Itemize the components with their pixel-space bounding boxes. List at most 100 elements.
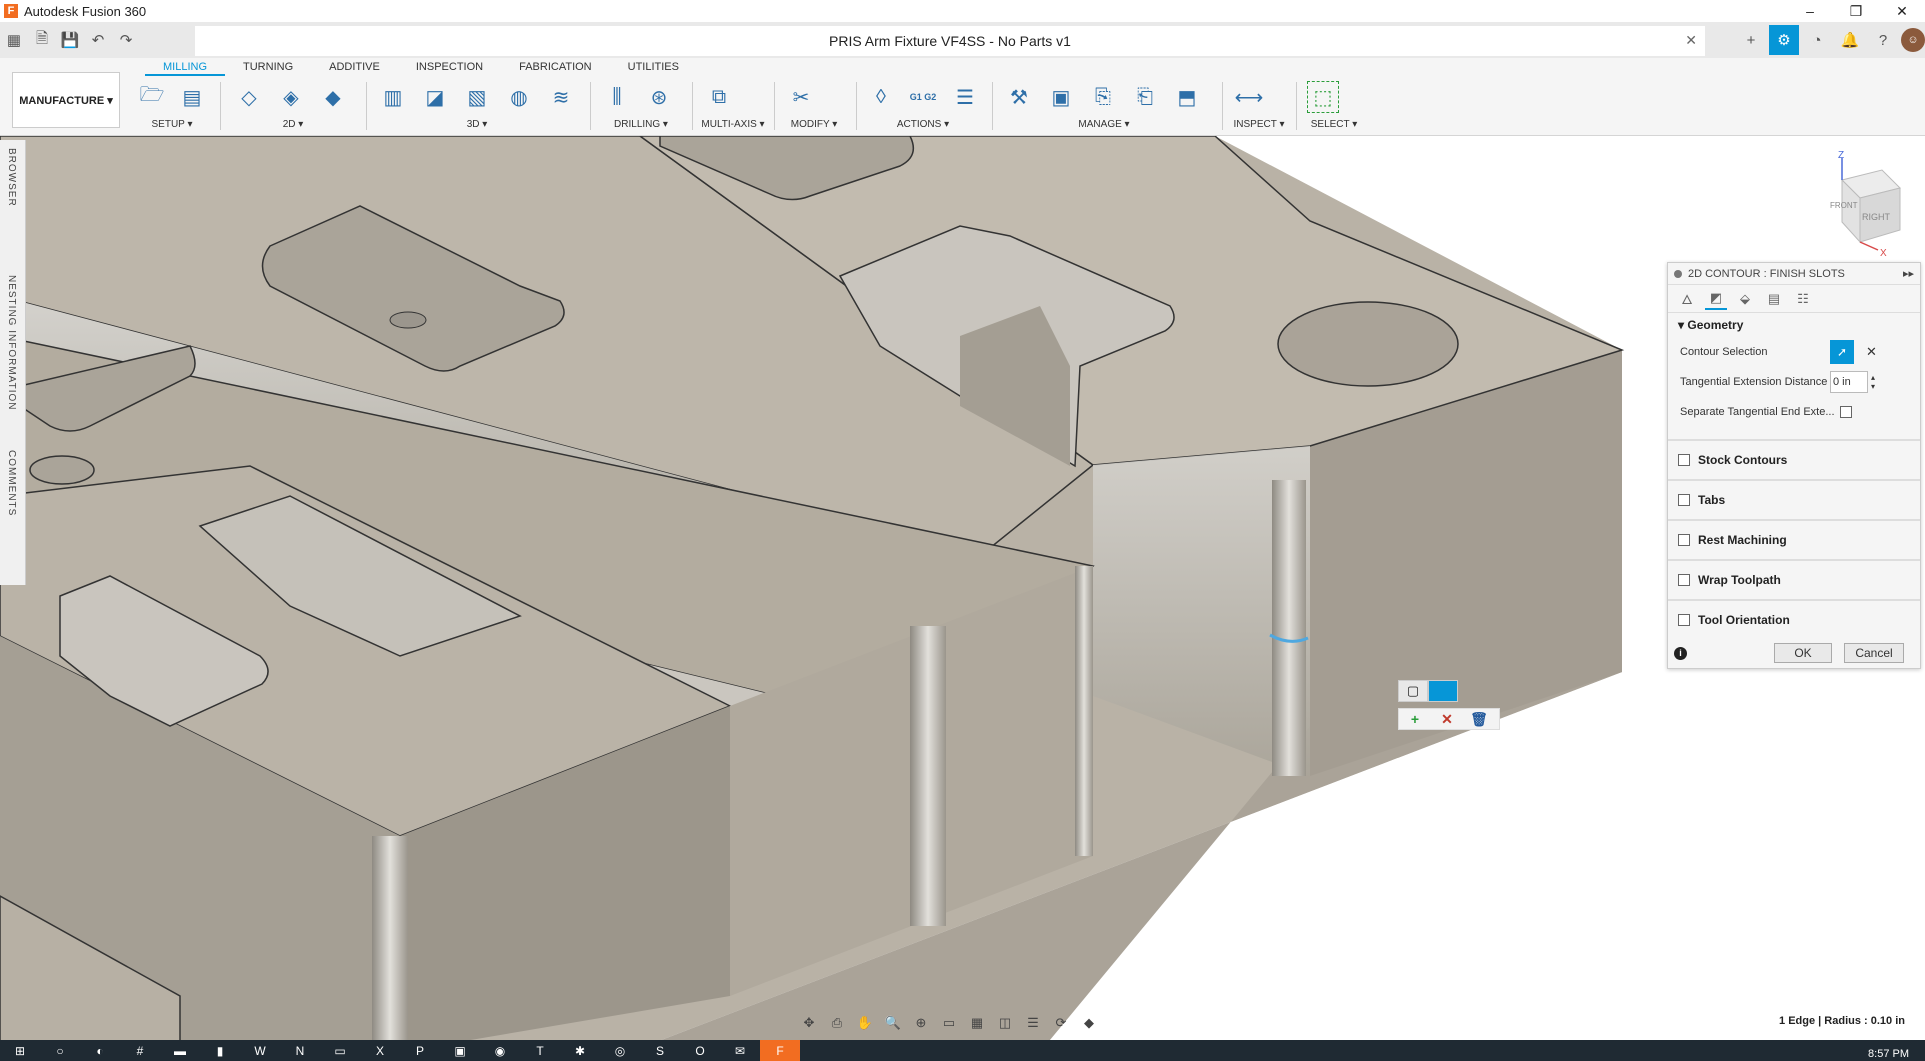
fit-icon[interactable]: ⊕ [907,1015,935,1031]
extension-icon[interactable]: ⚙ [1769,25,1799,55]
start-icon[interactable]: ⊞ [0,1040,40,1061]
minimize-button[interactable]: – [1787,0,1833,22]
outlook-icon[interactable]: O [680,1040,720,1061]
measure-icon[interactable]: ⟷ [1233,81,1265,113]
explorer-icon[interactable]: ▬ [160,1040,200,1061]
post-library-icon[interactable]: ⎘ [1087,81,1119,113]
machine-library-icon[interactable]: ▣ [1045,81,1077,113]
setup-group-label[interactable]: SETUP ▾ [132,119,212,130]
close-window-button[interactable]: ✕ [1879,0,1925,22]
task-manager-icon[interactable]: ⬒ [1171,81,1203,113]
window-select-icon[interactable]: ⬚ [1307,81,1339,113]
pocket-clearing-icon[interactable]: ◪ [419,81,451,113]
excel-icon[interactable]: X [360,1040,400,1061]
inspect-group-label[interactable]: INSPECT ▾ [1228,119,1290,130]
user-avatar[interactable]: ☺ [1901,28,1925,52]
contour-selection-button[interactable]: ➚ [1830,340,1854,364]
nesting-information-tab[interactable]: NESTING INFORMATION [6,275,17,410]
add-selection-icon[interactable]: + [1399,711,1431,727]
tab-utilities[interactable]: UTILITIES [610,58,697,76]
tool-orientation-row[interactable]: Tool Orientation [1668,599,1920,639]
effects-icon[interactable]: ☰ [1019,1015,1047,1031]
spinner-arrows-icon[interactable]: ▴ ▾ [1871,373,1875,391]
slack-icon[interactable]: # [120,1040,160,1061]
wrap-toolpath-row[interactable]: Wrap Toolpath [1668,559,1920,599]
skype-icon[interactable]: S [640,1040,680,1061]
tangential-extension-input[interactable]: 0 in [1830,371,1868,393]
viewports-icon[interactable]: ◫ [991,1015,1019,1031]
steep-shallow-icon[interactable]: ▧ [461,81,493,113]
tab-additive[interactable]: ADDITIVE [311,58,398,76]
grid-settings-icon[interactable]: ▦ [963,1015,991,1031]
canvas-viewport[interactable] [0,136,1925,1052]
2d-pocket-icon[interactable]: ◈ [275,81,307,113]
redo-icon[interactable]: ↷ [112,26,140,54]
close-document-icon[interactable]: ✕ [1685,32,1697,49]
geometry-section[interactable]: ▾ Geometry [1668,313,1920,337]
folder-icon[interactable]: ▭ [320,1040,360,1061]
setup-folder-icon[interactable]: 🗁 [137,81,167,113]
wrap-toolpath-checkbox[interactable] [1678,574,1690,586]
orbit-icon[interactable]: ✥ [795,1015,823,1031]
delete-selection-icon[interactable]: 🗑 [1463,711,1495,728]
tab-geometry-icon[interactable]: ◩ [1705,288,1727,310]
modify-scissors-icon[interactable]: ✂ [785,81,817,113]
teams-icon[interactable]: T [520,1040,560,1061]
fusion-taskbar-icon[interactable]: F [760,1040,800,1061]
parallel-icon[interactable]: ≋ [545,81,577,113]
clear-selection-icon[interactable]: ✕ [1866,344,1877,360]
actions-group-label[interactable]: ACTIONS ▾ [860,119,986,130]
viewcube-front-label[interactable]: FRONT [1830,201,1858,210]
tab-turning[interactable]: TURNING [225,58,311,76]
multiaxis-group-label[interactable]: MULTI-AXIS ▾ [698,119,768,130]
tab-inspection[interactable]: INSPECTION [398,58,501,76]
workspace-switcher[interactable]: MANUFACTURE ▾ [12,72,120,128]
separate-tangential-checkbox[interactable] [1840,406,1852,418]
drill-icon[interactable]: ⫼ [601,81,633,113]
file-menu-icon[interactable]: 🗎 [28,26,56,54]
rest-machining-checkbox[interactable] [1678,534,1690,546]
manage-group-label[interactable]: MANAGE ▾ [998,119,1210,130]
network-icon[interactable]: ✱ [560,1040,600,1061]
select-group-label[interactable]: SELECT ▾ [1302,119,1366,130]
stock-contours-checkbox[interactable] [1678,454,1690,466]
display-settings-icon[interactable]: ▭ [935,1015,963,1031]
notifications-icon[interactable]: 🔔 [1835,25,1865,55]
template-library-icon[interactable]: ⎗ [1129,81,1161,113]
tool-library-icon[interactable]: ⚒ [1003,81,1035,113]
model-render[interactable] [0,136,1925,1052]
undo-icon[interactable]: ↶ [84,26,112,54]
help-icon[interactable]: ? [1868,25,1898,55]
3d-group-label[interactable]: 3D ▾ [372,119,582,130]
select-face-icon[interactable] [1428,680,1458,702]
tabs-row[interactable]: Tabs [1668,479,1920,519]
scallop-icon[interactable]: ◍ [503,81,535,113]
pan-icon[interactable]: ✋ [851,1015,879,1031]
document-tab[interactable]: PRIS Arm Fixture VF4SS - No Parts v1 ✕ [195,26,1705,56]
setup-sheet-icon[interactable]: ☰ [949,81,981,113]
tab-passes-icon[interactable]: ▤ [1763,288,1785,310]
stock-contours-row[interactable]: Stock Contours [1668,439,1920,479]
refresh-icon[interactable]: ⟳ [1047,1015,1075,1031]
cancel-button[interactable]: Cancel [1844,643,1904,663]
face-icon[interactable]: ◆ [317,81,349,113]
search-icon[interactable]: ○ [40,1040,80,1061]
comments-tab[interactable]: COMMENTS [6,450,17,516]
viewcube-right-label[interactable]: RIGHT [1862,212,1891,222]
new-tab-icon[interactable]: + [1736,25,1766,55]
chrome-icon[interactable]: ◉ [480,1040,520,1061]
mail-icon[interactable]: ✉ [720,1040,760,1061]
simulate-icon[interactable]: ◊ [865,81,897,113]
save-icon[interactable]: 💾 [56,26,84,54]
tab-tool-icon[interactable]: 🜂 [1676,288,1698,310]
grid-menu-icon[interactable]: ▦ [0,26,28,54]
tab-milling[interactable]: MILLING [145,58,226,76]
rest-machining-row[interactable]: Rest Machining [1668,519,1920,559]
post-process-icon[interactable]: G1 G2 [907,81,939,113]
view-cube[interactable]: RIGHT FRONT Z X [1812,150,1904,260]
drilling-group-label[interactable]: DRILLING ▾ [596,119,686,130]
notes-icon[interactable]: ▮ [200,1040,240,1061]
tool-orientation-checkbox[interactable] [1678,614,1690,626]
adaptive-clearing-icon[interactable]: ▥ [377,81,409,113]
2d-group-label[interactable]: 2D ▾ [228,119,358,130]
